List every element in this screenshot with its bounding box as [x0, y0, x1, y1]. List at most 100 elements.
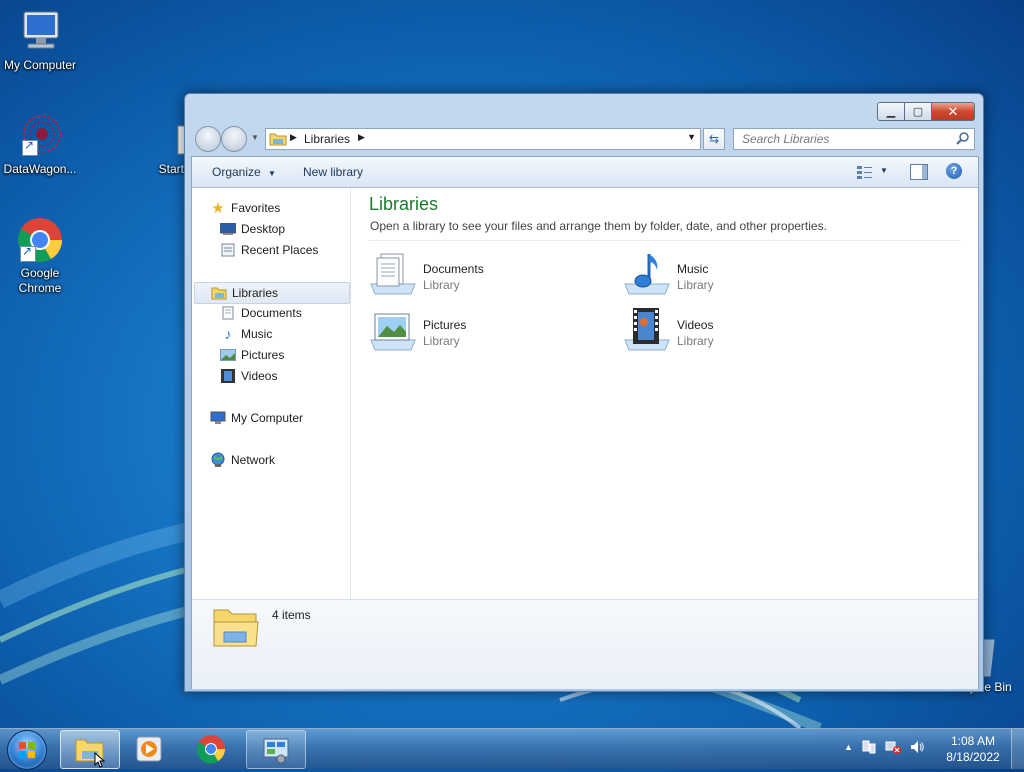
forward-button[interactable]: [221, 126, 247, 152]
recent-places-icon: [220, 242, 236, 258]
organize-label: Organize: [212, 165, 261, 179]
recent-pages-dropdown[interactable]: ▼: [251, 133, 259, 142]
show-hidden-icons-button[interactable]: ▲: [844, 742, 853, 752]
nav-item-pictures[interactable]: Pictures: [220, 345, 348, 365]
address-dropdown-icon[interactable]: ▼: [687, 132, 696, 142]
clock-time: 1:08 AM: [950, 734, 996, 748]
content-pane: Libraries Open a library to see your fil…: [351, 188, 978, 599]
chrome-icon: [16, 216, 64, 264]
view-options-dropdown[interactable]: ▼: [880, 166, 888, 175]
nav-item-label: Libraries: [232, 286, 279, 300]
library-name: Music: [677, 262, 709, 276]
desktop-icon-datawagon[interactable]: DataWagon...: [0, 112, 80, 177]
network-icon: [210, 452, 226, 468]
explorer-window[interactable]: ▁ ▢ ✕ ▼ ▶ Libraries ▶ ▼ ⇆ Search Librari…: [184, 93, 984, 692]
close-button[interactable]: ✕: [932, 102, 975, 121]
details-pane: 4 items: [192, 599, 978, 689]
nav-item-favorites[interactable]: ★ Favorites: [210, 198, 348, 218]
minimize-button[interactable]: ▁: [877, 102, 905, 121]
address-bar[interactable]: ▶ Libraries ▶ ▼: [265, 128, 701, 150]
library-name: Documents: [423, 262, 484, 276]
nav-item-videos[interactable]: Videos: [220, 366, 348, 386]
refresh-button[interactable]: ⇆: [703, 128, 725, 150]
desktop-icon: [220, 221, 236, 237]
command-bar: Organize ▼ New library ▼ ?: [192, 157, 978, 188]
search-box[interactable]: [733, 128, 975, 150]
navigation-pane: ★ Favorites Desktop Recent Places Librar…: [192, 188, 351, 599]
control-panel-icon: [263, 738, 289, 764]
start-button[interactable]: [7, 730, 47, 770]
desktop-icon-label: Start: [158, 162, 184, 176]
refresh-icon: ⇆: [708, 132, 720, 146]
nav-item-recent-places[interactable]: Recent Places: [220, 240, 348, 260]
volume-icon[interactable]: [909, 739, 925, 755]
media-player-icon: [136, 736, 162, 762]
minimize-icon: ▁: [886, 106, 896, 118]
clock-date: 8/18/2022: [946, 750, 1000, 764]
breadcrumb-arrow-icon[interactable]: ▶: [290, 132, 297, 143]
library-tile-documents[interactable]: Documents Library: [369, 250, 599, 302]
navigation-bar: ▼ ▶ Libraries ▶ ▼ ⇆: [193, 126, 975, 152]
videos-library-icon: [624, 308, 670, 351]
pictures-library-icon: [370, 313, 416, 351]
shortcut-arrow-icon: [22, 138, 38, 156]
page-description: Open a library to see your files and arr…: [370, 219, 827, 233]
window-controls: ▁ ▢ ✕: [877, 102, 975, 121]
mouse-cursor-icon: [94, 752, 106, 768]
library-tile-videos[interactable]: Videos Library: [623, 306, 853, 358]
desktop-icon-label: My Computer: [3, 58, 77, 72]
windows-logo-icon: [19, 742, 35, 758]
close-icon: ✕: [947, 103, 959, 119]
desktop-icon-my-computer[interactable]: My Computer: [0, 8, 80, 73]
desktop-icon-label: Google Chrome: [18, 266, 62, 295]
taskbar-clock[interactable]: 1:08 AM 8/18/2022: [938, 733, 1008, 765]
search-input[interactable]: [740, 131, 952, 147]
videos-icon: [220, 368, 236, 384]
change-view-icon[interactable]: [856, 164, 874, 180]
nav-item-documents[interactable]: Documents: [220, 303, 348, 323]
music-icon: ♪: [224, 326, 232, 342]
nav-item-my-computer[interactable]: My Computer: [210, 408, 348, 428]
nav-item-label: Desktop: [241, 222, 286, 236]
maximize-button[interactable]: ▢: [905, 102, 932, 121]
library-type: Library: [677, 334, 714, 348]
organize-button[interactable]: Organize ▼: [212, 165, 276, 179]
document-icon: [140, 112, 184, 160]
desktop-icon-google-chrome[interactable]: Google Chrome: [0, 216, 80, 296]
search-icon[interactable]: [956, 131, 970, 145]
nav-item-label: Documents: [241, 306, 302, 320]
desktop-icon-start[interactable]: Start: [140, 112, 184, 177]
breadcrumb-arrow-icon[interactable]: ▶: [358, 132, 365, 143]
nav-item-network[interactable]: Network: [210, 450, 348, 470]
nav-item-label: Recent Places: [241, 243, 319, 257]
nav-item-desktop[interactable]: Desktop: [220, 219, 348, 239]
taskbar-media-player-button[interactable]: [120, 730, 178, 767]
preview-pane-icon[interactable]: [910, 164, 928, 180]
library-tile-music[interactable]: Music Library: [623, 250, 853, 302]
new-library-button[interactable]: New library: [303, 165, 363, 179]
help-icon[interactable]: ?: [946, 163, 962, 179]
libraries-folder-icon: [269, 133, 287, 146]
taskbar-control-panel-button[interactable]: [246, 730, 306, 769]
breadcrumb-libraries[interactable]: Libraries: [304, 132, 350, 146]
item-count: 4 items: [272, 608, 311, 622]
datawagon-icon: [16, 112, 64, 160]
divider: [369, 240, 961, 241]
taskbar-chrome-button[interactable]: [182, 730, 240, 767]
taskbar-explorer-button[interactable]: [60, 730, 120, 769]
nav-item-label: Videos: [241, 369, 278, 383]
nav-item-label: Music: [241, 327, 273, 341]
show-desktop-button[interactable]: [1011, 729, 1024, 769]
computer-icon: [16, 8, 64, 56]
nav-item-libraries[interactable]: Libraries: [194, 282, 350, 304]
back-button[interactable]: [195, 126, 221, 152]
action-center-icon[interactable]: [861, 739, 877, 755]
library-name: Videos: [677, 318, 714, 332]
library-tile-pictures[interactable]: Pictures Library: [369, 306, 599, 358]
music-library-icon: [624, 254, 670, 295]
shortcut-arrow-icon: [20, 244, 36, 262]
nav-item-music[interactable]: ♪ Music: [220, 324, 348, 344]
documents-icon: [220, 305, 236, 321]
network-status-icon[interactable]: [885, 739, 901, 755]
chrome-icon: [196, 735, 225, 764]
